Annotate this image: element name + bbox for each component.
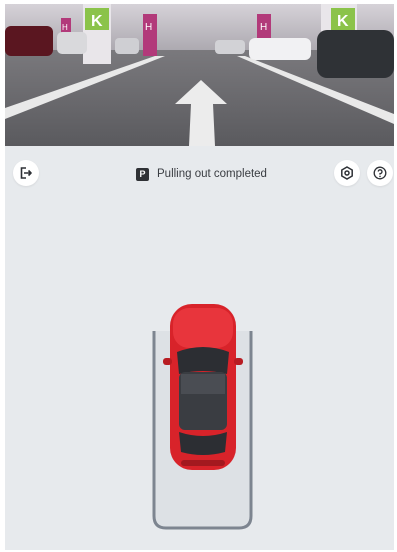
sign-letter: K: [337, 13, 349, 30]
parked-car: [115, 38, 139, 54]
parked-car: [249, 38, 311, 60]
help-icon: [373, 166, 387, 180]
status-toolbar: P Pulling out completed: [5, 160, 394, 196]
parked-car: [215, 40, 245, 54]
sign-letter: K: [91, 13, 103, 30]
parked-car: [5, 26, 53, 56]
parking-assist-screen: K H H K H P Pulling out completed: [5, 4, 394, 550]
lane-line-left: [5, 56, 165, 119]
help-button[interactable]: [367, 160, 393, 186]
parking-status: P Pulling out completed: [136, 166, 267, 182]
parking-visual: [5, 294, 394, 544]
sign-letter: H: [62, 23, 68, 32]
parking-slot-graphic: [152, 304, 253, 530]
settings-button[interactable]: [334, 160, 360, 186]
gear-icon: [341, 166, 353, 180]
sign-letter: H: [145, 22, 152, 33]
parked-car: [57, 32, 87, 54]
pillar-sign-h: [143, 14, 157, 56]
car-top-view: [163, 304, 243, 470]
exit-icon: [20, 167, 32, 179]
parked-car: [317, 30, 394, 78]
forward-arrow-icon: [175, 80, 227, 146]
status-message: Pulling out completed: [157, 168, 267, 180]
rear-camera-view: K H H K H: [5, 4, 394, 146]
sign-letter: H: [260, 22, 267, 33]
parking-p-icon: P: [136, 167, 149, 181]
exit-button[interactable]: [13, 160, 39, 186]
camera-scene: K H H K H: [5, 4, 394, 146]
